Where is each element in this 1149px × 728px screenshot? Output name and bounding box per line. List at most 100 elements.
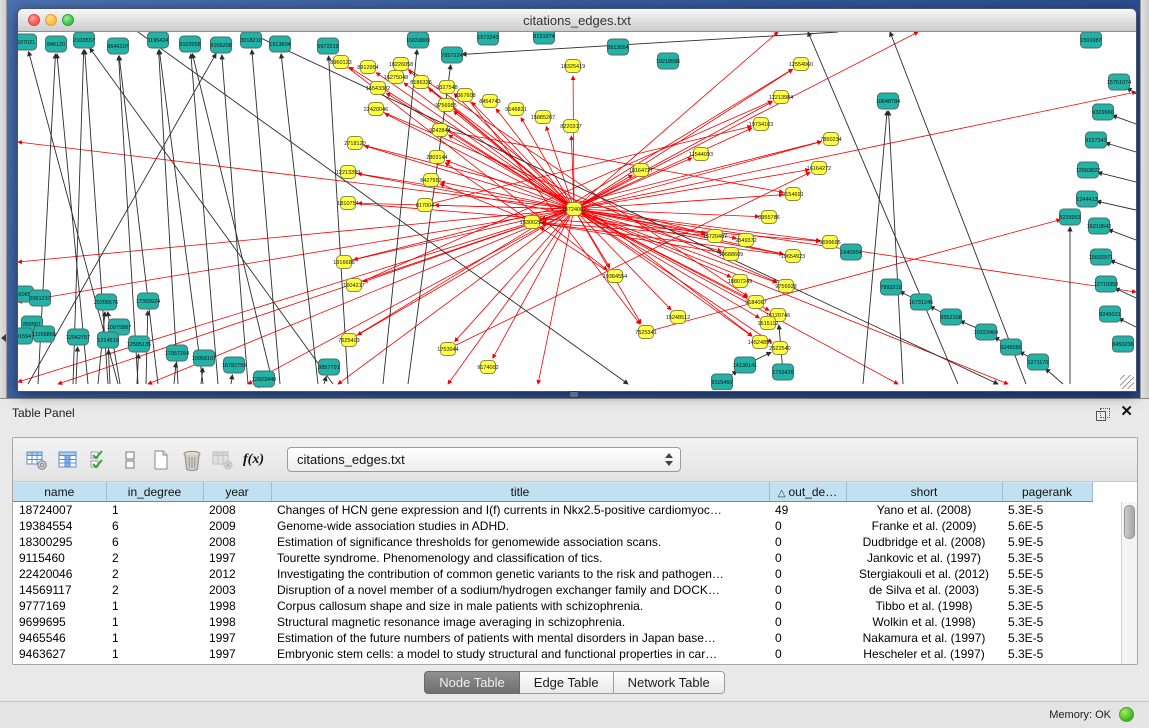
float-panel-icon[interactable] xyxy=(1096,408,1109,419)
table-cell[interactable]: 6 xyxy=(106,534,203,550)
graph-edge[interactable] xyxy=(421,82,752,336)
delete-table-button[interactable] xyxy=(209,446,236,473)
graph-edge[interactable] xyxy=(159,50,178,384)
table-cell[interactable]: Changes of HCN gene expression and I(f) … xyxy=(271,502,769,518)
table-cell[interactable]: 2003 xyxy=(203,582,271,598)
graph-edge[interactable] xyxy=(159,50,203,384)
table-cell[interactable]: 2 xyxy=(106,566,203,582)
table-cell[interactable]: Wolkin et al. (1998) xyxy=(846,614,1002,630)
collapse-left-panel-arrow[interactable] xyxy=(1,334,6,342)
table-cell[interactable]: 0 xyxy=(769,598,846,614)
column-header-year[interactable]: year xyxy=(203,483,271,502)
table-cell[interactable]: 9699695 xyxy=(13,614,106,630)
table-cell[interactable]: 9465546 xyxy=(13,630,106,646)
graph-edge[interactable] xyxy=(462,32,838,54)
graph-edge[interactable] xyxy=(440,184,532,222)
table-cell[interactable]: 9115460 xyxy=(13,550,106,566)
table-cell[interactable]: Disruption of a novel member of a sodium… xyxy=(271,582,769,598)
table-cell[interactable]: 2009 xyxy=(203,518,271,534)
graph-edge[interactable] xyxy=(1097,201,1136,210)
column-header-out_de[interactable]: △out_de… xyxy=(769,483,846,502)
graph-edge[interactable] xyxy=(574,32,918,209)
graph-edge[interactable] xyxy=(222,55,248,384)
network-window-titlebar[interactable]: citations_edges.txt xyxy=(18,9,1136,32)
table-cell[interactable]: Dudbridge et al. (2008) xyxy=(846,534,1002,550)
table-cell[interactable]: Estimation of significance thresholds fo… xyxy=(271,534,769,550)
table-cell[interactable]: 2008 xyxy=(203,534,271,550)
graph-edge[interactable] xyxy=(383,50,417,384)
graph-edge[interactable] xyxy=(58,209,574,384)
table-cell[interactable]: 9777169 xyxy=(13,598,106,614)
table-cell[interactable]: 14569117 xyxy=(13,582,106,598)
table-cell[interactable]: 0 xyxy=(769,518,846,534)
graph-edge[interactable] xyxy=(252,50,280,384)
table-cell[interactable]: 5.5E-5 xyxy=(1002,566,1092,582)
table-cell[interactable]: de Silva et al. (2003) xyxy=(846,582,1002,598)
table-row[interactable]: 969969511998Structural magnetic resonanc… xyxy=(13,614,1092,630)
graph-edge[interactable] xyxy=(401,64,748,296)
table-cell[interactable]: 1 xyxy=(106,502,203,518)
table-cell[interactable]: 1997 xyxy=(203,630,271,646)
table-cell[interactable]: 0 xyxy=(769,582,846,598)
table-row[interactable]: 946362711997Embryonic stem cells: a mode… xyxy=(13,646,1092,662)
network-canvas[interactable]: 9370218461202103557964610711954249102058… xyxy=(18,32,1136,391)
graph-edge[interactable] xyxy=(76,347,78,384)
table-row[interactable]: 2242004622012Investigating the contribut… xyxy=(13,566,1092,582)
table-scrollbar-thumb[interactable] xyxy=(1124,505,1135,539)
table-cell[interactable]: 9463627 xyxy=(13,646,106,662)
graph-edge[interactable] xyxy=(889,111,903,384)
table-cell[interactable]: Embryonic stem cells: a model to study s… xyxy=(271,646,769,662)
table-cell[interactable]: 2012 xyxy=(203,566,271,582)
table-row[interactable]: 1872400712008Changes of HCN gene express… xyxy=(13,502,1092,518)
table-cell[interactable]: 1 xyxy=(106,614,203,630)
table-scrollbar[interactable] xyxy=(1121,502,1137,664)
splitter-handle[interactable] xyxy=(569,391,579,398)
create-column-button[interactable] xyxy=(147,446,174,473)
table-cell[interactable]: 1 xyxy=(106,630,203,646)
table-cell[interactable]: 5.3E-5 xyxy=(1002,582,1092,598)
graph-edge[interactable] xyxy=(1046,369,1063,384)
table-cell[interactable]: 5.3E-5 xyxy=(1002,550,1092,566)
table-cell[interactable]: Hescheler et al. (1997) xyxy=(846,646,1002,662)
table-cell[interactable]: 0 xyxy=(769,630,846,646)
column-header-name[interactable]: name xyxy=(13,483,106,502)
tab-node-table[interactable]: Node Table xyxy=(424,671,520,694)
table-cell[interactable]: 2 xyxy=(106,550,203,566)
table-cell[interactable]: 5.3E-5 xyxy=(1002,630,1092,646)
table-cell[interactable]: 0 xyxy=(769,566,846,582)
graph-edge[interactable] xyxy=(1098,172,1136,182)
table-cell[interactable]: 5.9E-5 xyxy=(1002,534,1092,550)
column-header-in_degree[interactable]: in_degree xyxy=(106,483,203,502)
delete-columns-button[interactable] xyxy=(178,446,205,473)
graph-edge[interactable] xyxy=(890,32,1026,384)
graph-edge[interactable] xyxy=(1119,318,1136,327)
graph-edge[interactable] xyxy=(574,195,783,209)
graph-edge[interactable] xyxy=(540,227,615,276)
table-cell[interactable]: 19384554 xyxy=(13,518,106,534)
table-row[interactable]: 1938455462009Genome-wide association stu… xyxy=(13,518,1092,534)
table-cell[interactable]: Tibbo et al. (1998) xyxy=(846,598,1002,614)
table-cell[interactable]: 18724007 xyxy=(13,502,106,518)
table-row[interactable]: 1830029562008Estimation of significance … xyxy=(13,534,1092,550)
table-cell[interactable]: Investigating the contribution of common… xyxy=(271,566,769,582)
table-cell[interactable]: Jankovic et al. (1997) xyxy=(846,550,1002,566)
table-cell[interactable]: 1 xyxy=(106,646,203,662)
table-cell[interactable]: 0 xyxy=(769,534,846,550)
graph-edge[interactable] xyxy=(1115,288,1136,298)
table-cell[interactable]: 1997 xyxy=(203,550,271,566)
graph-edge[interactable] xyxy=(448,172,810,349)
graph-edge[interactable] xyxy=(493,209,574,358)
table-cell[interactable]: 1998 xyxy=(203,614,271,630)
table-cell[interactable]: 5.6E-5 xyxy=(1002,518,1092,534)
graph-edge[interactable] xyxy=(808,32,958,384)
table-cell[interactable]: Nakamura et al. (1997) xyxy=(846,630,1002,646)
graph-edge[interactable] xyxy=(1110,260,1136,270)
graph-edge[interactable] xyxy=(1108,230,1136,240)
table-cell[interactable]: Corpus callosum shape and size in male p… xyxy=(271,598,769,614)
table-cell[interactable]: 49 xyxy=(769,502,846,518)
graph-edge[interactable] xyxy=(454,111,574,209)
table-cell[interactable]: 22420046 xyxy=(13,566,106,582)
table-cell[interactable]: Structural magnetic resonance image aver… xyxy=(271,614,769,630)
show-columns-button[interactable] xyxy=(54,446,81,473)
graph-edge[interactable] xyxy=(440,130,783,192)
